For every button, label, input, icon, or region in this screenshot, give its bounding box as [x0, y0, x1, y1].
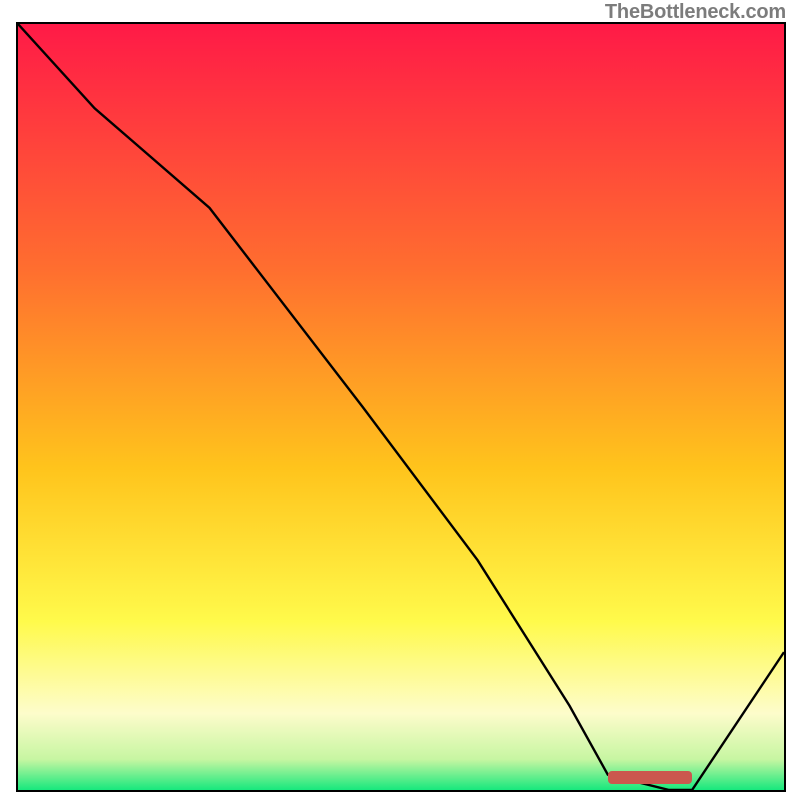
watermark-text: TheBottleneck.com — [605, 1, 786, 24]
optimal-range-marker — [608, 771, 692, 784]
chart-background-gradient — [18, 24, 784, 790]
chart-frame — [16, 22, 786, 792]
